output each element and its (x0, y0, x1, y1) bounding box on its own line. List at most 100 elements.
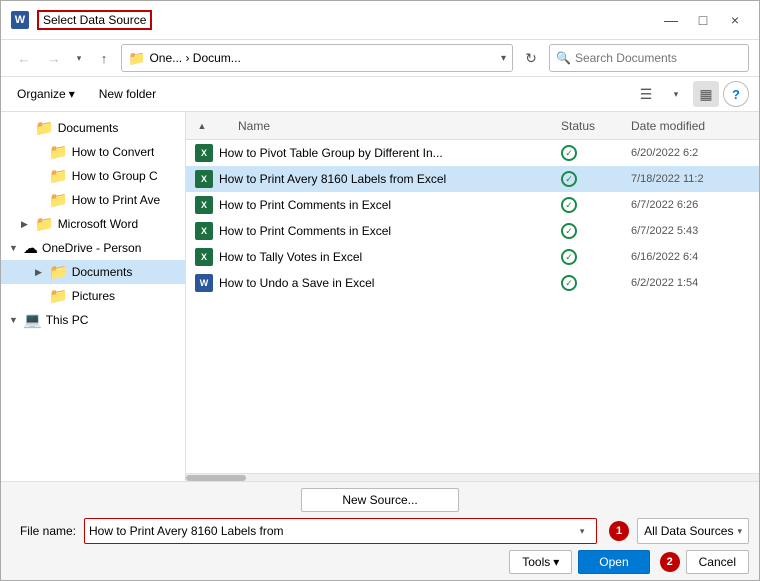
sidebar-item-label: How to Convert (72, 145, 155, 159)
file-date: 6/2/2022 1:54 (631, 277, 751, 289)
file-date: 6/16/2022 6:4 (631, 251, 751, 263)
tools-button[interactable]: Tools ▾ (509, 550, 572, 574)
content-area: 📁 Documents 📁 How to Convert 📁 How to Gr… (1, 112, 759, 481)
sidebar-item-microsoft-word[interactable]: ▶ 📁 Microsoft Word (1, 212, 185, 236)
new-source-row: New Source... (11, 488, 749, 512)
sidebar-item-label: How to Print Ave (72, 193, 161, 207)
word-app-icon: W (11, 11, 29, 29)
expand-icon: ▼ (9, 315, 23, 325)
sidebar-item-pictures[interactable]: 📁 Pictures (1, 284, 185, 308)
action-row: Tools ▾ Open 2 Cancel (11, 550, 749, 574)
filetype-dropdown[interactable]: All Data Sources ▾ (637, 518, 749, 544)
title-bar-left: W Select Data Source (11, 10, 152, 30)
back-button[interactable]: ← (11, 45, 37, 71)
window-controls: — □ × (657, 9, 749, 31)
view-list-button[interactable]: ☰ (633, 81, 659, 107)
status-check-icon: ✓ (561, 223, 577, 239)
file-status: ✓ (561, 145, 631, 161)
filename-input[interactable] (89, 524, 572, 538)
sidebar-item-label: Microsoft Word (58, 217, 138, 231)
up-button[interactable]: ↑ (91, 45, 117, 71)
file-date: 6/7/2022 6:26 (631, 199, 751, 211)
filetype-dropdown-arrow-icon: ▾ (737, 526, 742, 537)
cancel-button[interactable]: Cancel (686, 550, 749, 574)
new-folder-button[interactable]: New folder (93, 84, 162, 104)
excel-file-icon: X (194, 144, 214, 162)
file-status: ✓ (561, 197, 631, 213)
nav-dropdown-button[interactable]: ▾ (71, 45, 87, 71)
sidebar-item-how-to-print-ave[interactable]: 📁 How to Print Ave (1, 188, 185, 212)
file-name: How to Print Comments in Excel (219, 224, 561, 238)
search-input[interactable] (575, 51, 742, 65)
file-name: How to Print Comments in Excel (219, 198, 561, 212)
organize-button[interactable]: Organize ▾ (11, 84, 81, 104)
folder-icon: 📁 (49, 191, 68, 209)
col-date-header: Date modified (631, 119, 751, 133)
organize-label: Organize (17, 87, 66, 101)
excel-file-icon: X (194, 222, 214, 240)
status-check-icon: ✓ (561, 171, 577, 187)
sidebar-item-onedrive[interactable]: ▼ ☁ OneDrive - Person (1, 236, 185, 260)
search-box[interactable]: 🔍 (549, 44, 749, 72)
sidebar-item-documents[interactable]: 📁 Documents (1, 116, 185, 140)
filename-label: File name: (11, 524, 76, 538)
search-icon: 🔍 (556, 51, 571, 65)
nav-bar: ← → ▾ ↑ 📁 One... › Docum... ▾ ↻ 🔍 (1, 40, 759, 77)
col-status-header: Status (561, 119, 631, 133)
status-check-icon: ✓ (561, 249, 577, 265)
file-date: 7/18/2022 11:2 (631, 173, 751, 185)
file-status: ✓ (561, 275, 631, 291)
badge-1: 1 (609, 521, 629, 541)
tools-dropdown-icon: ▾ (553, 555, 559, 569)
file-name: How to Tally Votes in Excel (219, 250, 561, 264)
sidebar: 📁 Documents 📁 How to Convert 📁 How to Gr… (1, 112, 186, 481)
maximize-button[interactable]: □ (689, 9, 717, 31)
main-window: W Select Data Source — □ × ← → ▾ ↑ 📁 One… (0, 0, 760, 581)
folder-icon: 📁 (128, 50, 145, 67)
sidebar-item-this-pc[interactable]: ▼ 💻 This PC (1, 308, 185, 332)
collapse-icon[interactable]: ▲ (194, 118, 210, 134)
pc-icon: 💻 (23, 311, 42, 329)
sidebar-item-label: This PC (46, 313, 89, 327)
address-text: One... › Docum... (149, 51, 497, 65)
window-title: Select Data Source (37, 10, 152, 30)
new-source-button[interactable]: New Source... (301, 488, 458, 512)
title-bar: W Select Data Source — □ × (1, 1, 759, 40)
table-row[interactable]: X How to Print Avery 8160 Labels from Ex… (186, 166, 759, 192)
minimize-button[interactable]: — (657, 9, 685, 31)
filename-input-wrap: ▾ (84, 518, 597, 544)
table-row[interactable]: W How to Undo a Save in Excel ✓ 6/2/2022… (186, 270, 759, 296)
help-button[interactable]: ? (723, 81, 749, 107)
sidebar-item-how-to-convert[interactable]: 📁 How to Convert (1, 140, 185, 164)
status-check-icon: ✓ (561, 145, 577, 161)
new-folder-label: New folder (99, 87, 156, 101)
word-file-icon: W (194, 274, 214, 292)
view-dropdown-button[interactable]: ▾ (663, 81, 689, 107)
table-row[interactable]: X How to Pivot Table Group by Different … (186, 140, 759, 166)
forward-button[interactable]: → (41, 45, 67, 71)
open-button[interactable]: Open (578, 550, 649, 574)
address-bar[interactable]: 📁 One... › Docum... ▾ (121, 44, 513, 72)
badge-2: 2 (660, 552, 680, 572)
refresh-button[interactable]: ↻ (517, 44, 545, 72)
view-details-button[interactable]: ▦ (693, 81, 719, 107)
table-row[interactable]: X How to Print Comments in Excel ✓ 6/7/2… (186, 192, 759, 218)
sidebar-item-label: OneDrive - Person (42, 241, 141, 255)
close-button[interactable]: × (721, 9, 749, 31)
sidebar-item-label: How to Group C (72, 169, 158, 183)
toolbar-right: ☰ ▾ ▦ ? (633, 81, 749, 107)
filetype-value: All Data Sources (644, 524, 733, 538)
horizontal-scrollbar[interactable] (186, 473, 759, 481)
table-row[interactable]: X How to Tally Votes in Excel ✓ 6/16/202… (186, 244, 759, 270)
filename-dropdown-button[interactable]: ▾ (572, 519, 592, 543)
status-check-icon: ✓ (561, 197, 577, 213)
excel-file-icon: X (194, 170, 214, 188)
status-check-icon: ✓ (561, 275, 577, 291)
expand-icon: ▶ (35, 267, 49, 278)
sidebar-item-how-to-group[interactable]: 📁 How to Group C (1, 164, 185, 188)
file-status: ✓ (561, 171, 631, 187)
sidebar-item-documents-od[interactable]: ▶ 📁 Documents (1, 260, 185, 284)
file-date: 6/7/2022 5:43 (631, 225, 751, 237)
table-row[interactable]: X How to Print Comments in Excel ✓ 6/7/2… (186, 218, 759, 244)
file-panel: ▲ Name Status Date modified X How to Piv… (186, 112, 759, 481)
